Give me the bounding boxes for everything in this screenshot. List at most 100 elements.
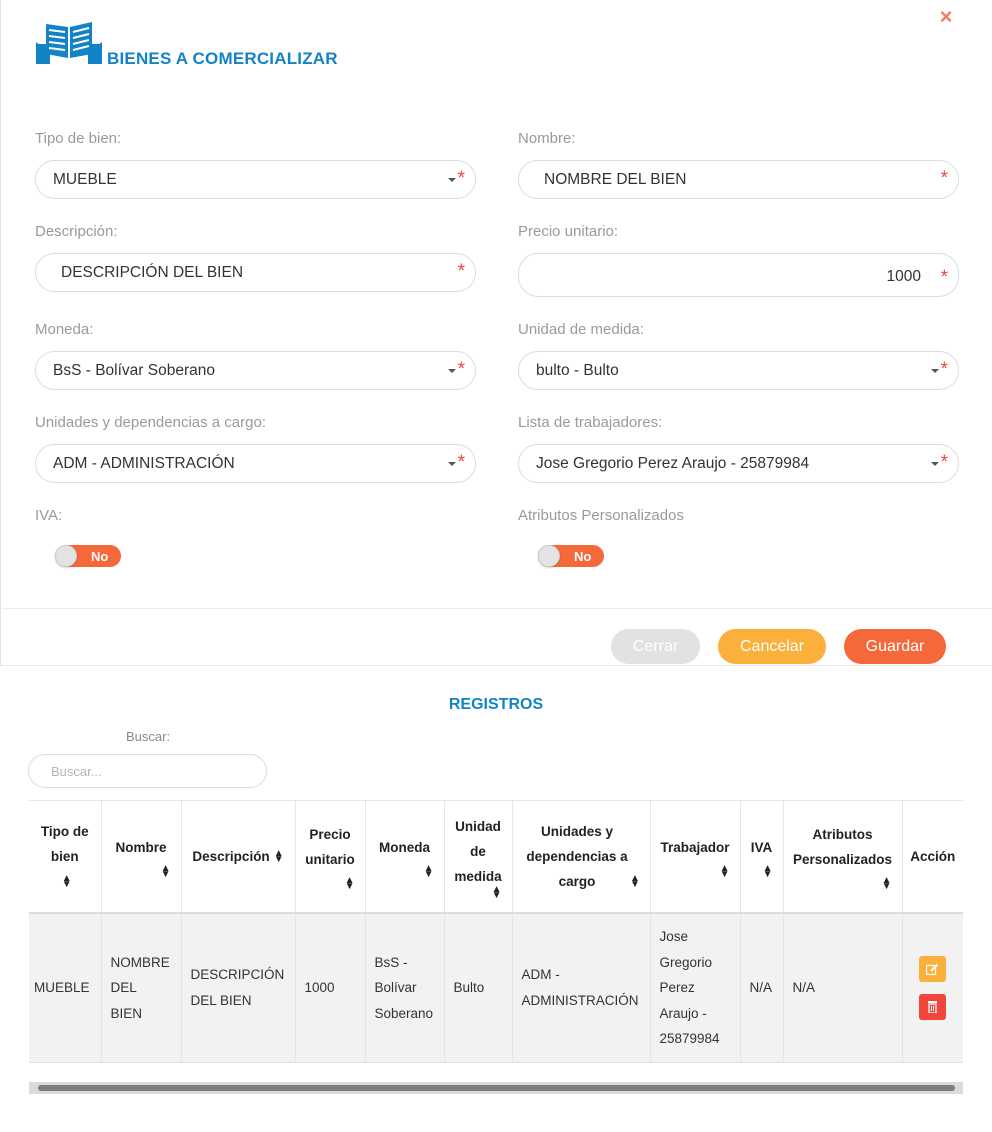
toggle-knob [55,545,77,567]
edit-button[interactable] [919,955,947,982]
col-label: Acción [910,848,956,864]
tipo-bien-label: Tipo de bien: [35,130,122,147]
cell-atributos: N/A [783,912,903,1063]
edit-icon [926,963,939,975]
precio-input[interactable]: 1000 * [518,253,959,297]
col-precio[interactable]: Precio unitario ▲ ▼ [295,800,366,914]
trabajadores-label: Lista de trabajadores: [518,414,663,431]
iva-toggle[interactable]: No [55,545,121,567]
cell-dependencias: ADM - ADMINISTRACIÓN [512,912,651,1063]
col-label: IVA [750,839,773,855]
cerrar-button[interactable]: Cerrar [611,629,700,664]
col-atributos[interactable]: Atributos Personalizados ▲ ▼ [783,800,903,914]
required-icon: * [457,168,465,189]
col-label: Unidades y dependencias a cargo [526,823,628,889]
cancelar-button[interactable]: Cancelar [718,629,826,664]
form-title: BIENES A COMERCIALIZAR [107,49,338,68]
col-label: Atributos Personalizados [792,827,893,868]
sort-icon: ▲ ▼ [630,873,640,891]
nombre-input[interactable]: NOMBRE DEL BIEN * [518,160,959,199]
col-descripcion[interactable]: Descripción ▲ ▼ [181,800,296,914]
nombre-value: NOMBRE DEL BIEN [544,171,687,188]
dependencias-value: ADM - ADMINISTRACIÓN [53,455,235,472]
toggle-knob [538,545,560,567]
atributos-toggle-label: No [574,549,592,564]
cell-nombre: NOMBRE DEL BIEN [101,912,182,1063]
cell-iva: N/A [740,912,784,1063]
registros-title: REGISTROS [448,696,544,713]
iva-label: IVA: [35,507,63,524]
tipo-bien-select[interactable]: MUEBLE * [35,160,476,199]
chevron-down-icon [931,462,939,466]
cell-precio: 1000 [295,912,366,1063]
col-accion: Acción [902,800,963,914]
col-label: Descripción [192,848,270,864]
scrollbar-thumb[interactable] [38,1085,955,1091]
sort-icon: ▲ ▼ [762,862,773,880]
unidad-value: bulto - Bulto [536,362,619,379]
divider [2,608,992,609]
cell-trabajador: Jose Gregorio Perez Araujo - 25879984 [650,912,741,1063]
required-icon: * [457,452,465,473]
dependencias-select[interactable]: ADM - ADMINISTRACIÓN * [35,444,476,483]
close-icon[interactable]: × [936,6,956,28]
atributos-label: Atributos Personalizados [518,507,684,524]
unidad-label: Unidad de medida: [518,321,644,338]
required-icon: * [940,168,948,189]
tipo-bien-value: MUEBLE [53,171,117,188]
chevron-down-icon [448,462,456,466]
unidad-select[interactable]: bulto - Bulto * [518,351,959,390]
trash-icon [928,1000,938,1013]
required-icon: * [457,359,465,380]
cell-unidad: Bulto [444,912,513,1063]
col-unidad[interactable]: Unidad de medida ▲ ▼ [444,800,513,914]
search-input[interactable] [28,754,267,788]
descripcion-value: DESCRIPCIÓN DEL BIEN [61,264,244,281]
col-nombre[interactable]: Nombre ▲ ▼ [101,800,182,914]
atributos-toggle[interactable]: No [538,545,604,567]
col-iva[interactable]: IVA ▲ ▼ [740,800,784,914]
sort-icon: ▲ ▼ [61,873,72,891]
col-label: Trabajador [660,839,730,855]
sort-icon: ▲ ▼ [273,848,284,866]
descripcion-input[interactable]: DESCRIPCIÓN DEL BIEN * [35,253,476,292]
required-icon: * [940,267,948,288]
col-trabajador[interactable]: Trabajador ▲ ▼ [650,800,741,914]
col-label: Nombre [115,839,167,855]
required-icon: * [940,452,948,473]
moneda-label: Moneda: [35,321,94,338]
col-tipo-bien[interactable]: Tipo de bien ▲ ▼ [29,800,102,914]
chevron-down-icon [448,369,456,373]
required-icon: * [940,359,948,380]
cell-descripcion: DESCRIPCIÓN DEL BIEN [181,912,296,1063]
chevron-down-icon [448,178,456,182]
precio-label: Precio unitario: [518,223,619,240]
trabajadores-select[interactable]: Jose Gregorio Perez Araujo - 25879984 * [518,444,959,483]
col-label: Moneda [378,839,430,855]
col-dependencias[interactable]: Unidades y dependencias a cargo ▲ ▼ [512,800,651,914]
col-label: Unidad de medida [454,818,502,884]
chevron-down-icon [931,369,939,373]
sort-icon: ▲ ▼ [423,862,434,880]
sort-icon: ▲ ▼ [160,862,171,880]
nombre-label: Nombre: [518,130,576,147]
col-moneda[interactable]: Moneda ▲ ▼ [365,800,445,914]
table-header-row: Tipo de bien ▲ ▼ Nombre ▲ ▼ Descripción ▲ ▼ Pr… [29,800,963,914]
cell-moneda: BsS - Bolívar Soberano [365,912,445,1063]
sort-icon: ▲ ▼ [719,862,730,880]
delete-button[interactable] [919,993,947,1020]
trabajadores-value: Jose Gregorio Perez Araujo - 25879984 [536,455,810,472]
book-icon [36,22,102,64]
col-label: Precio unitario [305,827,355,868]
sort-icon: ▲ ▼ [344,875,355,893]
search-label: Buscar: [126,729,171,744]
form-panel: × BIENES A COMERCIALIZAR Tipo de bien: M… [0,0,992,666]
registros-table: Tipo de bien ▲ ▼ Nombre ▲ ▼ Descripción ▲ ▼ Pr… [29,800,963,1063]
cell-accion [902,912,963,1063]
table-row: MUEBLE NOMBRE DEL BIEN DESCRIPCIÓN DEL B… [29,912,963,1063]
horizontal-scrollbar[interactable] [29,1082,963,1094]
guardar-button[interactable]: Guardar [844,629,946,664]
moneda-value: BsS - Bolívar Soberano [53,362,215,379]
moneda-select[interactable]: BsS - Bolívar Soberano * [35,351,476,390]
cell-tipo-bien: MUEBLE [29,912,102,1063]
